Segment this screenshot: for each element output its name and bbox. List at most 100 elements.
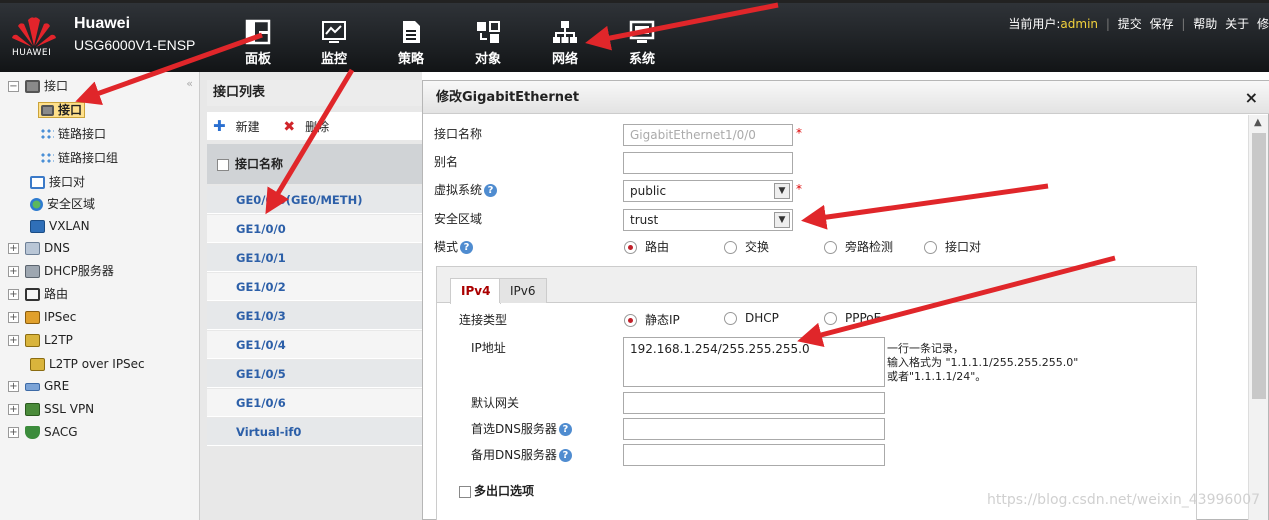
nav-policy[interactable]: 策略	[381, 19, 441, 67]
close-icon[interactable]: ×	[1245, 81, 1258, 114]
chevron-down-icon[interactable]: ▼	[774, 183, 790, 199]
table-row[interactable]: GE1/0/2	[207, 273, 422, 301]
tab-ipv4[interactable]: IPv4	[450, 278, 502, 304]
tree-node-gre[interactable]: + GRE	[8, 376, 69, 396]
link-interface-group-icon	[40, 152, 54, 165]
tree-node-dns[interactable]: + DNS	[8, 238, 70, 258]
expand-icon[interactable]: +	[8, 312, 19, 323]
table-row[interactable]: GE1/0/0	[207, 215, 422, 243]
mode-route-radio[interactable]: 路由	[624, 238, 669, 255]
table-row[interactable]: GE0/0/0(GE0/METH)	[207, 186, 422, 214]
help-icon[interactable]: ?	[558, 449, 572, 462]
tree-node-sacg[interactable]: + SACG	[8, 422, 78, 442]
conn-static-radio[interactable]: 静态IP	[624, 311, 680, 328]
interface-icon	[41, 105, 54, 116]
nav-system[interactable]: 系统	[612, 19, 672, 67]
table-row[interactable]: Virtual-if0	[207, 418, 422, 446]
help-icon[interactable]: ?	[460, 241, 474, 254]
link-interface-icon	[40, 128, 54, 141]
tree-node-l2tp[interactable]: + L2TP	[8, 330, 73, 350]
help-icon[interactable]: ?	[484, 184, 498, 197]
tab-ipv6[interactable]: IPv6	[499, 278, 547, 303]
tree-node-security-zone[interactable]: 安全区域	[30, 194, 95, 214]
table-row[interactable]: GE1/0/6	[207, 389, 422, 417]
tree-node-l2tp-over-ipsec[interactable]: L2TP over IPSec	[30, 354, 145, 374]
alias-input[interactable]	[623, 152, 793, 174]
expand-icon[interactable]: +	[8, 427, 19, 438]
new-button[interactable]: ✚ 新建	[213, 117, 270, 135]
ip-hint-line: 或者"1.1.1.1/24"。	[887, 370, 987, 383]
tree-node-vxlan[interactable]: VXLAN	[30, 216, 90, 236]
tree-node-interface[interactable]: 接口	[38, 100, 86, 120]
primary-dns-input[interactable]	[623, 418, 885, 440]
vsys-select[interactable]: public ▼	[623, 180, 793, 202]
tree-node-interface-pair[interactable]: 接口对	[30, 172, 85, 192]
ip-address-textarea[interactable]: 192.168.1.254/255.255.255.0	[623, 337, 885, 387]
radio-label: 交换	[745, 240, 770, 254]
radio-icon	[924, 241, 937, 254]
delete-icon: ✖	[283, 119, 296, 135]
tree-node-ipsec[interactable]: + IPSec	[8, 307, 76, 327]
save-link[interactable]: 保存	[1150, 17, 1174, 31]
nav-monitor[interactable]: 监控	[304, 19, 364, 67]
multi-exit-option[interactable]: 多出口选项	[459, 482, 534, 499]
help-icon[interactable]: ?	[558, 423, 572, 436]
scrollbar-thumb[interactable]	[1252, 133, 1266, 399]
nav-label: 系统	[628, 52, 655, 67]
table-row[interactable]: GE1/0/1	[207, 244, 422, 272]
vsys-label: 虚拟系统?	[434, 181, 498, 198]
collapse-icon[interactable]: −	[8, 81, 19, 92]
about-link[interactable]: 关于	[1225, 17, 1249, 31]
chevron-down-icon[interactable]: ▼	[774, 212, 790, 228]
required-mark: *	[796, 182, 802, 196]
mode-switch-radio[interactable]: 交换	[724, 238, 769, 255]
gateway-input[interactable]	[623, 392, 885, 414]
mode-pair-radio[interactable]: 接口对	[924, 238, 981, 255]
delete-button[interactable]: ✖ 删除	[283, 119, 339, 135]
table-row[interactable]: GE1/0/4	[207, 331, 422, 359]
ipsec-lock-icon	[25, 311, 40, 324]
tree-node-routing[interactable]: + 路由	[8, 284, 68, 304]
modify-link[interactable]: 修	[1257, 17, 1269, 31]
tree-label: 路由	[44, 287, 69, 301]
security-zone-select[interactable]: trust ▼	[623, 209, 793, 231]
name-label: 接口名称	[434, 127, 483, 141]
expand-icon[interactable]: +	[8, 335, 19, 346]
radio-label: 接口对	[945, 240, 982, 254]
conn-pppoe-radio[interactable]: PPPoE	[824, 311, 881, 325]
nav-dashboard[interactable]: 面板	[228, 19, 288, 67]
expand-icon[interactable]: +	[8, 289, 19, 300]
help-link[interactable]: 帮助	[1193, 17, 1217, 31]
tree-node-link-interface-group[interactable]: 链路接口组	[40, 148, 118, 168]
brand-name: Huawei	[74, 15, 131, 32]
conn-dhcp-radio[interactable]: DHCP	[724, 311, 779, 325]
expand-icon[interactable]: +	[8, 404, 19, 415]
nav-network[interactable]: 网络	[535, 19, 595, 67]
table-row[interactable]: GE1/0/5	[207, 360, 422, 388]
tree-node-dhcp-server[interactable]: + DHCP服务器	[8, 261, 114, 281]
table-row[interactable]: GE1/0/3	[207, 302, 422, 330]
tree-node-interface-group[interactable]: − 接口	[8, 76, 68, 96]
select-all-checkbox[interactable]	[217, 158, 229, 171]
collapse-sidebar-button[interactable]: «	[186, 74, 193, 94]
dialog-scrollbar[interactable]: ▲	[1248, 115, 1268, 520]
mode-bypass-radio[interactable]: 旁路检测	[824, 238, 893, 255]
nav-object[interactable]: 对象	[458, 19, 518, 67]
multi-exit-checkbox[interactable]	[459, 485, 471, 498]
gre-tunnel-icon	[25, 382, 40, 391]
tree-node-link-interface[interactable]: 链路接口	[40, 124, 106, 144]
dashboard-icon	[245, 19, 271, 45]
expand-icon[interactable]: +	[8, 266, 19, 277]
submit-link[interactable]: 提交	[1118, 17, 1142, 31]
scroll-up-icon[interactable]: ▲	[1254, 117, 1262, 128]
ip-hint-line: 输入格式为 "1.1.1.1/255.255.255.0"	[887, 356, 1079, 369]
l2tp-over-ipsec-icon	[30, 358, 45, 371]
brand: Huawei USG6000V1-ENSP	[74, 15, 195, 53]
secondary-dns-input[interactable]	[623, 444, 885, 466]
tree-node-ssl-vpn[interactable]: + SSL VPN	[8, 399, 94, 419]
expand-icon[interactable]: +	[8, 243, 19, 254]
nav-label: 面板	[244, 52, 271, 67]
object-icon	[477, 21, 500, 43]
radio-label: DHCP	[745, 311, 779, 325]
expand-icon[interactable]: +	[8, 381, 19, 392]
